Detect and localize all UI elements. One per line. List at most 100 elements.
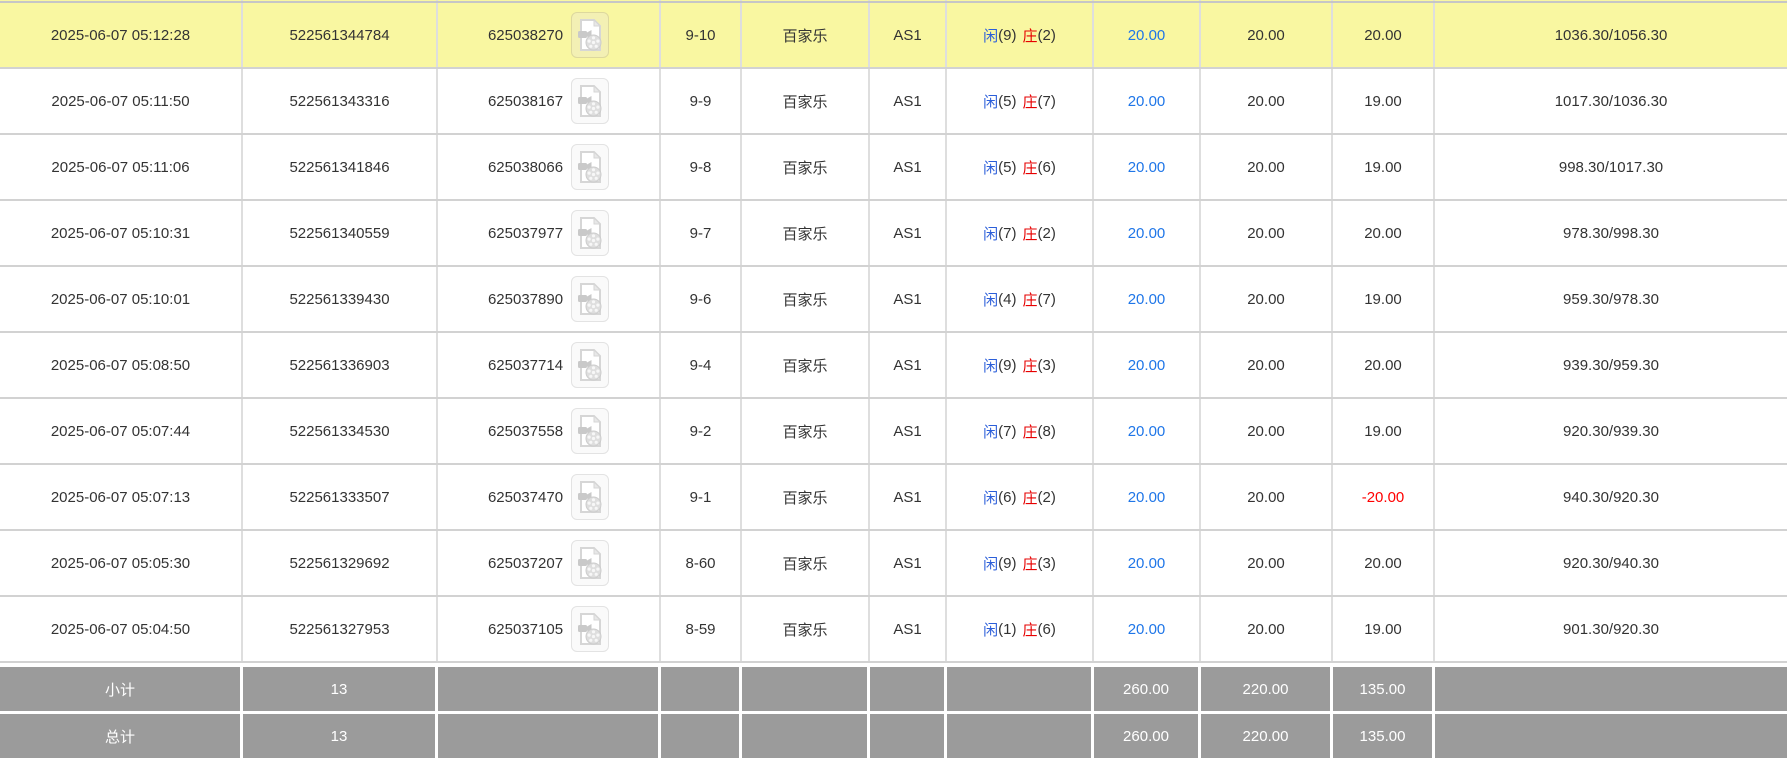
total-winloss-total: 135.00 xyxy=(1333,714,1435,758)
bet-amount-link[interactable]: 20.00 xyxy=(1094,531,1201,595)
game-round-cell: 625038167 xyxy=(438,69,661,133)
win-loss-amount: 20.00 xyxy=(1333,201,1435,265)
win-loss-amount: 19.00 xyxy=(1333,135,1435,199)
game-type: 百家乐 xyxy=(742,3,870,67)
game-result: 闲(9)庄(3) xyxy=(947,333,1094,397)
game-type: 百家乐 xyxy=(742,465,870,529)
video-replay-button[interactable] xyxy=(571,12,609,58)
bet-time: 2025-06-07 05:11:06 xyxy=(0,135,243,199)
subtotal-empty xyxy=(947,667,1094,711)
player-result-label: 闲 xyxy=(983,25,998,46)
bet-time: 2025-06-07 05:07:13 xyxy=(0,465,243,529)
game-type: 百家乐 xyxy=(742,69,870,133)
game-type: 百家乐 xyxy=(742,333,870,397)
subtotal-empty xyxy=(661,667,742,711)
banker-result-score: (3) xyxy=(1038,357,1056,374)
game-result: 闲(5)庄(6) xyxy=(947,135,1094,199)
banker-result-score: (6) xyxy=(1038,159,1056,176)
bet-amount-link[interactable]: 20.00 xyxy=(1094,201,1201,265)
player-result-score: (7) xyxy=(998,423,1016,440)
balance-after-before: 998.30/1017.30 xyxy=(1435,135,1787,199)
subtotal-empty xyxy=(870,667,947,711)
game-round-id: 625038066 xyxy=(488,159,563,176)
table-row[interactable]: 2025-06-07 05:12:28 522561344784 6250382… xyxy=(0,3,1787,69)
bet-amount-link[interactable]: 20.00 xyxy=(1094,597,1201,661)
banker-result-label: 庄 xyxy=(1023,487,1038,508)
bet-amount-link[interactable]: 20.00 xyxy=(1094,135,1201,199)
video-replay-button[interactable] xyxy=(571,210,609,256)
game-type: 百家乐 xyxy=(742,597,870,661)
player-result-score: (7) xyxy=(998,225,1016,242)
banker-result-label: 庄 xyxy=(1023,619,1038,640)
video-replay-icon xyxy=(576,83,604,119)
bet-order-id: 522561333507 xyxy=(243,465,438,529)
win-loss-amount: 20.00 xyxy=(1333,333,1435,397)
table-row[interactable]: 2025-06-07 05:11:50 522561343316 6250381… xyxy=(0,69,1787,135)
video-replay-button[interactable] xyxy=(571,540,609,586)
table-row[interactable]: 2025-06-07 05:05:30 522561329692 6250372… xyxy=(0,531,1787,597)
game-type: 百家乐 xyxy=(742,531,870,595)
game-round-id: 625038167 xyxy=(488,93,563,110)
bet-time: 2025-06-07 05:04:50 xyxy=(0,597,243,661)
valid-bet-amount: 20.00 xyxy=(1201,267,1333,331)
shoe-round: 9-8 xyxy=(661,135,742,199)
total-empty xyxy=(742,714,870,758)
video-replay-button[interactable] xyxy=(571,408,609,454)
table-row[interactable]: 2025-06-07 05:11:06 522561341846 6250380… xyxy=(0,135,1787,201)
table-row[interactable]: 2025-06-07 05:04:50 522561327953 6250371… xyxy=(0,597,1787,663)
banker-result-score: (2) xyxy=(1038,225,1056,242)
table-name: AS1 xyxy=(870,201,947,265)
table-row[interactable]: 2025-06-07 05:07:13 522561333507 6250374… xyxy=(0,465,1787,531)
player-result-label: 闲 xyxy=(983,157,998,178)
table-row[interactable]: 2025-06-07 05:10:31 522561340559 6250379… xyxy=(0,201,1787,267)
bet-time: 2025-06-07 05:05:30 xyxy=(0,531,243,595)
player-result-score: (5) xyxy=(998,159,1016,176)
banker-result-label: 庄 xyxy=(1023,553,1038,574)
table-name: AS1 xyxy=(870,69,947,133)
table-name: AS1 xyxy=(870,135,947,199)
bet-amount-link[interactable]: 20.00 xyxy=(1094,267,1201,331)
game-round-cell: 625037470 xyxy=(438,465,661,529)
game-type: 百家乐 xyxy=(742,201,870,265)
bet-amount-link[interactable]: 20.00 xyxy=(1094,69,1201,133)
game-round-id: 625037890 xyxy=(488,291,563,308)
subtotal-valid-total: 220.00 xyxy=(1201,667,1333,711)
total-row: 总计 13 260.00 220.00 135.00 xyxy=(0,714,1787,758)
total-empty xyxy=(661,714,742,758)
game-result: 闲(4)庄(7) xyxy=(947,267,1094,331)
clipped-row-cell xyxy=(1094,0,1201,1)
bet-order-id: 522561339430 xyxy=(243,267,438,331)
video-replay-button[interactable] xyxy=(571,276,609,322)
subtotal-bet-total: 260.00 xyxy=(1094,667,1201,711)
game-type: 百家乐 xyxy=(742,135,870,199)
shoe-round: 9-10 xyxy=(661,3,742,67)
video-replay-button[interactable] xyxy=(571,78,609,124)
table-row[interactable]: 2025-06-07 05:08:50 522561336903 6250377… xyxy=(0,333,1787,399)
balance-after-before: 939.30/959.30 xyxy=(1435,333,1787,397)
balance-after-before: 920.30/940.30 xyxy=(1435,531,1787,595)
player-result-label: 闲 xyxy=(983,421,998,442)
table-name: AS1 xyxy=(870,399,947,463)
bet-amount-link[interactable]: 20.00 xyxy=(1094,465,1201,529)
video-replay-button[interactable] xyxy=(571,342,609,388)
bet-amount-link[interactable]: 20.00 xyxy=(1094,3,1201,67)
video-replay-button[interactable] xyxy=(571,606,609,652)
banker-result-label: 庄 xyxy=(1023,355,1038,376)
subtotal-row: 小计 13 260.00 220.00 135.00 xyxy=(0,667,1787,711)
table-row[interactable]: 2025-06-07 05:10:01 522561339430 6250378… xyxy=(0,267,1787,333)
player-result-score: (9) xyxy=(998,27,1016,44)
video-replay-button[interactable] xyxy=(571,474,609,520)
table-name: AS1 xyxy=(870,531,947,595)
bet-time: 2025-06-07 05:10:31 xyxy=(0,201,243,265)
bet-amount-link[interactable]: 20.00 xyxy=(1094,333,1201,397)
table-row[interactable]: 2025-06-07 05:07:44 522561334530 6250375… xyxy=(0,399,1787,465)
bet-amount-link[interactable]: 20.00 xyxy=(1094,399,1201,463)
clipped-row-cell xyxy=(870,0,947,1)
clipped-row-cell xyxy=(1333,0,1435,1)
valid-bet-amount: 20.00 xyxy=(1201,3,1333,67)
banker-result-label: 庄 xyxy=(1023,223,1038,244)
balance-after-before: 940.30/920.30 xyxy=(1435,465,1787,529)
video-replay-button[interactable] xyxy=(571,144,609,190)
bet-order-id: 522561336903 xyxy=(243,333,438,397)
player-result-score: (9) xyxy=(998,555,1016,572)
